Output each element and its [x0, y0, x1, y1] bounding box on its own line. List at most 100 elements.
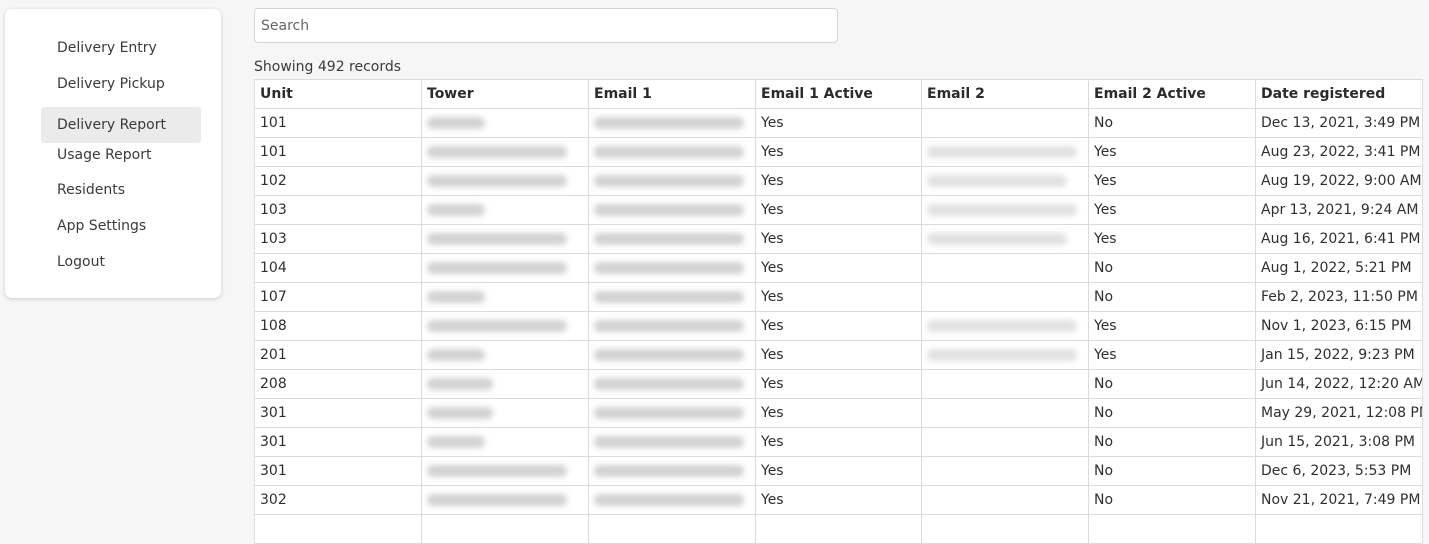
cell-unit: 301	[254, 427, 422, 457]
nav-item-usage-report[interactable]: Usage Report	[41, 143, 201, 179]
table-row[interactable]: 101 Yes No Dec 13, 2021, 3:49 PM	[254, 108, 1423, 138]
cell-email-2	[921, 369, 1089, 399]
cell-unit: 103	[254, 224, 422, 254]
table-row[interactable]: 208 Yes No Jun 14, 2022, 12:20 AM	[254, 369, 1423, 399]
table-row[interactable]: 101 Yes Yes Aug 23, 2022, 3:41 PM	[254, 137, 1423, 167]
cell-email-2	[921, 253, 1089, 283]
column-header-email-2[interactable]: Email 2	[921, 79, 1089, 109]
column-header-unit[interactable]: Unit	[254, 79, 422, 109]
redacted-value	[594, 233, 744, 245]
redacted-value	[927, 146, 1077, 158]
cell-email-1-active: Yes	[755, 369, 922, 399]
redacted-value	[427, 494, 567, 506]
column-header-email-1[interactable]: Email 1	[588, 79, 756, 109]
nav-list: Delivery Entry Delivery Pickup Delivery Re…	[41, 36, 201, 285]
cell-email-1-active	[755, 514, 922, 544]
redacted-value	[594, 146, 744, 158]
cell-email-2-active: Yes	[1088, 137, 1256, 167]
cell-email-2	[921, 456, 1089, 486]
table-row[interactable]: 102 Yes Yes Aug 19, 2022, 9:00 AM	[254, 166, 1423, 196]
cell-tower	[421, 137, 589, 167]
table-row[interactable]: 201 Yes Yes Jan 15, 2022, 9:23 PM	[254, 340, 1423, 370]
table-row[interactable]: 107 Yes No Feb 2, 2023, 11:50 PM	[254, 282, 1423, 312]
redacted-value	[594, 262, 744, 274]
column-header-tower[interactable]: Tower	[421, 79, 589, 109]
redacted-value	[594, 465, 744, 477]
cell-email-1	[588, 253, 756, 283]
cell-date-registered: Dec 13, 2021, 3:49 PM	[1255, 108, 1423, 138]
nav-item-label: Delivery Report	[57, 117, 166, 134]
nav-item-label: App Settings	[57, 217, 147, 234]
sidebar-nav: Delivery Entry Delivery Pickup Delivery Re…	[5, 9, 221, 298]
cell-date-registered: Aug 16, 2021, 6:41 PM	[1255, 224, 1423, 254]
cell-unit: 101	[254, 137, 422, 167]
table-row[interactable]: 302 Yes No Nov 21, 2021, 7:49 PM	[254, 485, 1423, 515]
redacted-value	[594, 291, 744, 303]
cell-email-2	[921, 282, 1089, 312]
cell-email-2	[921, 108, 1089, 138]
cell-email-1-active: Yes	[755, 340, 922, 370]
cell-email-1	[588, 224, 756, 254]
cell-date-registered: Feb 2, 2023, 11:50 PM	[1255, 282, 1423, 312]
cell-unit	[254, 514, 422, 544]
cell-tower	[421, 369, 589, 399]
cell-email-2	[921, 398, 1089, 428]
cell-tower	[421, 340, 589, 370]
nav-item-app-settings[interactable]: App Settings	[41, 214, 201, 250]
redacted-value	[927, 320, 1077, 332]
cell-tower	[421, 514, 589, 544]
column-header-email-1-active[interactable]: Email 1 Active	[755, 79, 922, 109]
table-row[interactable]: 103 Yes Yes Aug 16, 2021, 6:41 PM	[254, 224, 1423, 254]
nav-item-logout[interactable]: Logout	[41, 250, 201, 286]
table-row[interactable]: 103 Yes Yes Apr 13, 2021, 9:24 AM	[254, 195, 1423, 225]
redacted-value	[927, 204, 1077, 216]
cell-email-2-active: No	[1088, 427, 1256, 457]
cell-unit: 208	[254, 369, 422, 399]
redacted-value	[427, 291, 485, 303]
redacted-value	[594, 117, 744, 129]
cell-email-2-active: No	[1088, 108, 1256, 138]
cell-email-1-active: Yes	[755, 398, 922, 428]
cell-email-2-active: Yes	[1088, 340, 1256, 370]
cell-email-1-active: Yes	[755, 311, 922, 341]
table-row[interactable]: 301 Yes No May 29, 2021, 12:08 PM	[254, 398, 1423, 428]
cell-email-2-active: Yes	[1088, 224, 1256, 254]
redacted-value	[594, 204, 744, 216]
redacted-value	[594, 407, 744, 419]
cell-email-1	[588, 427, 756, 457]
cell-email-1-active: Yes	[755, 282, 922, 312]
table-row[interactable]: 301 Yes No Dec 6, 2023, 5:53 PM	[254, 456, 1423, 486]
cell-date-registered: Dec 6, 2023, 5:53 PM	[1255, 456, 1423, 486]
cell-email-2-active: No	[1088, 456, 1256, 486]
nav-item-delivery-pickup[interactable]: Delivery Pickup	[41, 72, 201, 108]
cell-email-2-active: No	[1088, 485, 1256, 515]
cell-email-1-active: Yes	[755, 195, 922, 225]
column-header-email-2-active[interactable]: Email 2 Active	[1088, 79, 1256, 109]
table-row[interactable]: 104 Yes No Aug 1, 2022, 5:21 PM	[254, 253, 1423, 283]
cell-email-2	[921, 224, 1089, 254]
search-input[interactable]	[254, 8, 838, 43]
cell-unit: 104	[254, 253, 422, 283]
cell-unit: 103	[254, 195, 422, 225]
nav-item-label: Logout	[57, 253, 105, 270]
nav-item-label: Delivery Entry	[57, 40, 157, 56]
cell-email-1-active: Yes	[755, 427, 922, 457]
nav-item-residents[interactable]: Residents	[41, 178, 201, 214]
cell-tower	[421, 456, 589, 486]
redacted-value	[427, 204, 485, 216]
column-header-date-registered[interactable]: Date registered	[1255, 79, 1423, 109]
redacted-value	[427, 349, 485, 361]
table-row[interactable]: 301 Yes No Jun 15, 2021, 3:08 PM	[254, 427, 1423, 457]
nav-item-delivery-entry[interactable]: Delivery Entry	[41, 36, 201, 72]
redacted-value	[427, 407, 493, 419]
redacted-value	[427, 436, 485, 448]
table-row[interactable]	[254, 514, 1423, 544]
cell-email-1	[588, 137, 756, 167]
table-row[interactable]: 108 Yes Yes Nov 1, 2023, 6:15 PM	[254, 311, 1423, 341]
nav-item-delivery-report[interactable]: Delivery Report	[41, 107, 201, 143]
cell-tower	[421, 427, 589, 457]
cell-unit: 107	[254, 282, 422, 312]
cell-date-registered: Jun 14, 2022, 12:20 AM	[1255, 369, 1423, 399]
redacted-value	[427, 117, 485, 129]
cell-email-1	[588, 340, 756, 370]
